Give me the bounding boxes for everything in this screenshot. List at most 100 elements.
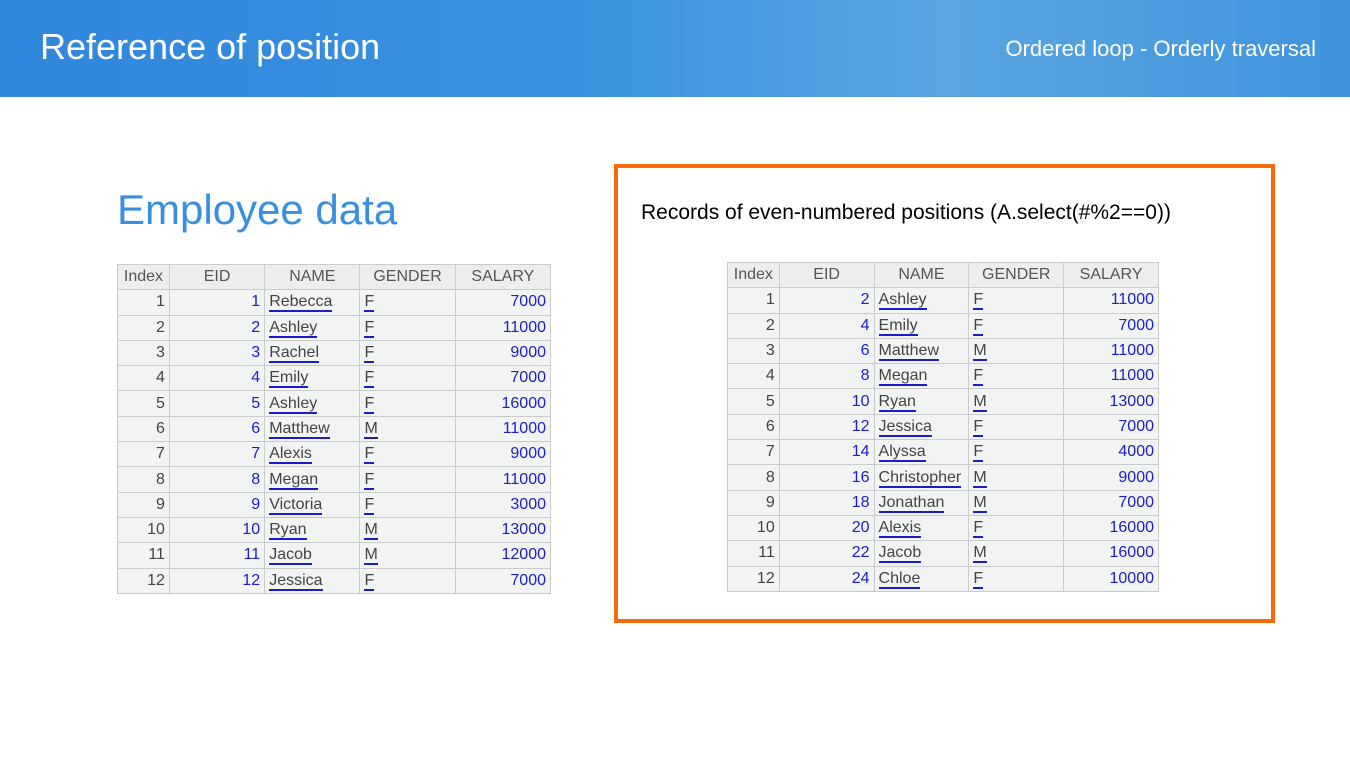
gender-link[interactable]: M: [973, 493, 987, 513]
cell-sal: 11000: [1063, 363, 1159, 390]
column-header[interactable]: SALARY: [1063, 261, 1159, 289]
gender-link[interactable]: F: [973, 417, 984, 437]
cell-idx: 10: [117, 516, 170, 544]
column-header[interactable]: EID: [778, 261, 875, 289]
cell-eid: 4: [778, 312, 875, 339]
column-header[interactable]: Index: [727, 261, 780, 289]
cell-nm: Matthew: [873, 337, 970, 365]
table-row: 3 6 Matthew M 11000: [727, 337, 1159, 365]
cell-nm: Rachel: [264, 339, 361, 367]
cell-nm: Megan: [264, 466, 361, 493]
name-link[interactable]: Matthew: [878, 342, 939, 362]
even-records-table: Index EID NAME GENDER SALARY 1 2 Ashley F 11000 2 4…: [727, 261, 1159, 592]
name-link[interactable]: Alexis: [269, 445, 312, 465]
name-link[interactable]: Chloe: [878, 569, 921, 589]
cell-gd: M: [968, 464, 1065, 491]
gender-link[interactable]: F: [973, 367, 984, 387]
name-link[interactable]: Alexis: [878, 519, 922, 539]
cell-sal: 7000: [1063, 489, 1159, 516]
gender-link[interactable]: M: [364, 546, 378, 566]
name-link[interactable]: Jacob: [269, 546, 312, 566]
cell-idx: 7: [727, 439, 780, 466]
gender-link[interactable]: M: [973, 342, 987, 362]
gender-link[interactable]: M: [973, 468, 987, 488]
name-link[interactable]: Jacob: [878, 544, 922, 564]
cell-eid: 5: [168, 390, 266, 417]
table-row: 1 1 Rebecca F 7000: [117, 289, 552, 316]
gender-link[interactable]: F: [973, 569, 984, 589]
cell-eid: 4: [168, 365, 266, 392]
cell-eid: 1: [168, 289, 266, 316]
gender-link[interactable]: F: [973, 519, 984, 539]
cell-gd: F: [359, 466, 456, 493]
name-link[interactable]: Jonathan: [878, 493, 945, 513]
cell-eid: 14: [778, 439, 875, 466]
cell-sal: 7000: [454, 567, 552, 594]
gender-link[interactable]: M: [364, 521, 378, 541]
column-header[interactable]: NAME: [873, 261, 970, 289]
name-link[interactable]: Jessica: [878, 417, 932, 437]
name-link[interactable]: Matthew: [269, 419, 330, 439]
cell-sal: 4000: [1063, 439, 1159, 466]
cell-eid: 6: [778, 337, 875, 365]
name-link[interactable]: Emily: [878, 316, 918, 336]
cell-gd: F: [359, 365, 456, 392]
name-link[interactable]: Rachel: [269, 344, 320, 364]
gender-link[interactable]: F: [973, 443, 984, 463]
gender-link[interactable]: M: [973, 544, 987, 564]
name-link[interactable]: Rebecca: [269, 293, 333, 313]
cell-sal: 7000: [1063, 413, 1159, 441]
gender-link[interactable]: F: [364, 369, 375, 389]
gender-link[interactable]: F: [364, 344, 375, 364]
slide-title: Reference of position: [40, 26, 381, 67]
cell-gd: F: [968, 363, 1065, 390]
gender-link[interactable]: M: [364, 419, 378, 439]
gender-link[interactable]: F: [364, 445, 375, 465]
name-link[interactable]: Victoria: [269, 495, 323, 515]
name-link[interactable]: Ashley: [878, 291, 927, 311]
cell-nm: Matthew: [264, 415, 361, 443]
cell-eid: 2: [778, 287, 875, 314]
result-caption: Records of even-numbered positions (A.se…: [641, 201, 1171, 224]
employee-table: Index EID NAME GENDER SALARY 1 1 Rebecca F 7000 2 2…: [117, 263, 552, 594]
column-header[interactable]: GENDER: [968, 261, 1065, 289]
gender-link[interactable]: F: [364, 318, 375, 338]
name-link[interactable]: Ryan: [878, 392, 916, 412]
gender-link[interactable]: F: [973, 316, 984, 336]
gender-link[interactable]: F: [364, 470, 375, 490]
cell-eid: 6: [168, 415, 266, 443]
column-header[interactable]: GENDER: [359, 263, 456, 291]
gender-link[interactable]: M: [973, 392, 987, 412]
table-row: 12 24 Chloe F 10000: [727, 565, 1159, 592]
cell-nm: Victoria: [264, 491, 361, 518]
cell-gd: M: [359, 415, 456, 443]
name-link[interactable]: Megan: [269, 470, 319, 490]
column-header[interactable]: SALARY: [454, 263, 552, 291]
cell-gd: F: [359, 567, 456, 594]
cell-nm: Ryan: [873, 388, 970, 415]
cell-gd: F: [359, 491, 456, 518]
name-link[interactable]: Megan: [878, 367, 928, 387]
gender-link[interactable]: F: [364, 394, 375, 414]
column-header[interactable]: Index: [117, 263, 170, 291]
name-link[interactable]: Ashley: [269, 318, 318, 338]
gender-link[interactable]: F: [973, 291, 984, 311]
name-link[interactable]: Christopher: [878, 468, 962, 488]
cell-idx: 5: [727, 388, 780, 415]
cell-nm: Chloe: [873, 565, 970, 592]
name-link[interactable]: Jessica: [269, 571, 323, 591]
name-link[interactable]: Emily: [269, 369, 309, 389]
column-header[interactable]: NAME: [264, 263, 361, 291]
gender-link[interactable]: F: [364, 495, 375, 515]
table-row: 7 7 Alexis F 9000: [117, 441, 552, 468]
name-link[interactable]: Ryan: [269, 521, 307, 541]
gender-link[interactable]: F: [364, 571, 375, 591]
column-header[interactable]: EID: [168, 263, 266, 291]
name-link[interactable]: Alyssa: [878, 443, 926, 463]
gender-link[interactable]: F: [364, 293, 375, 313]
name-link[interactable]: Ashley: [269, 394, 318, 414]
cell-sal: 11000: [454, 415, 552, 443]
cell-eid: 20: [778, 514, 875, 542]
cell-gd: M: [968, 388, 1065, 415]
table-row: 6 6 Matthew M 11000: [117, 415, 552, 443]
